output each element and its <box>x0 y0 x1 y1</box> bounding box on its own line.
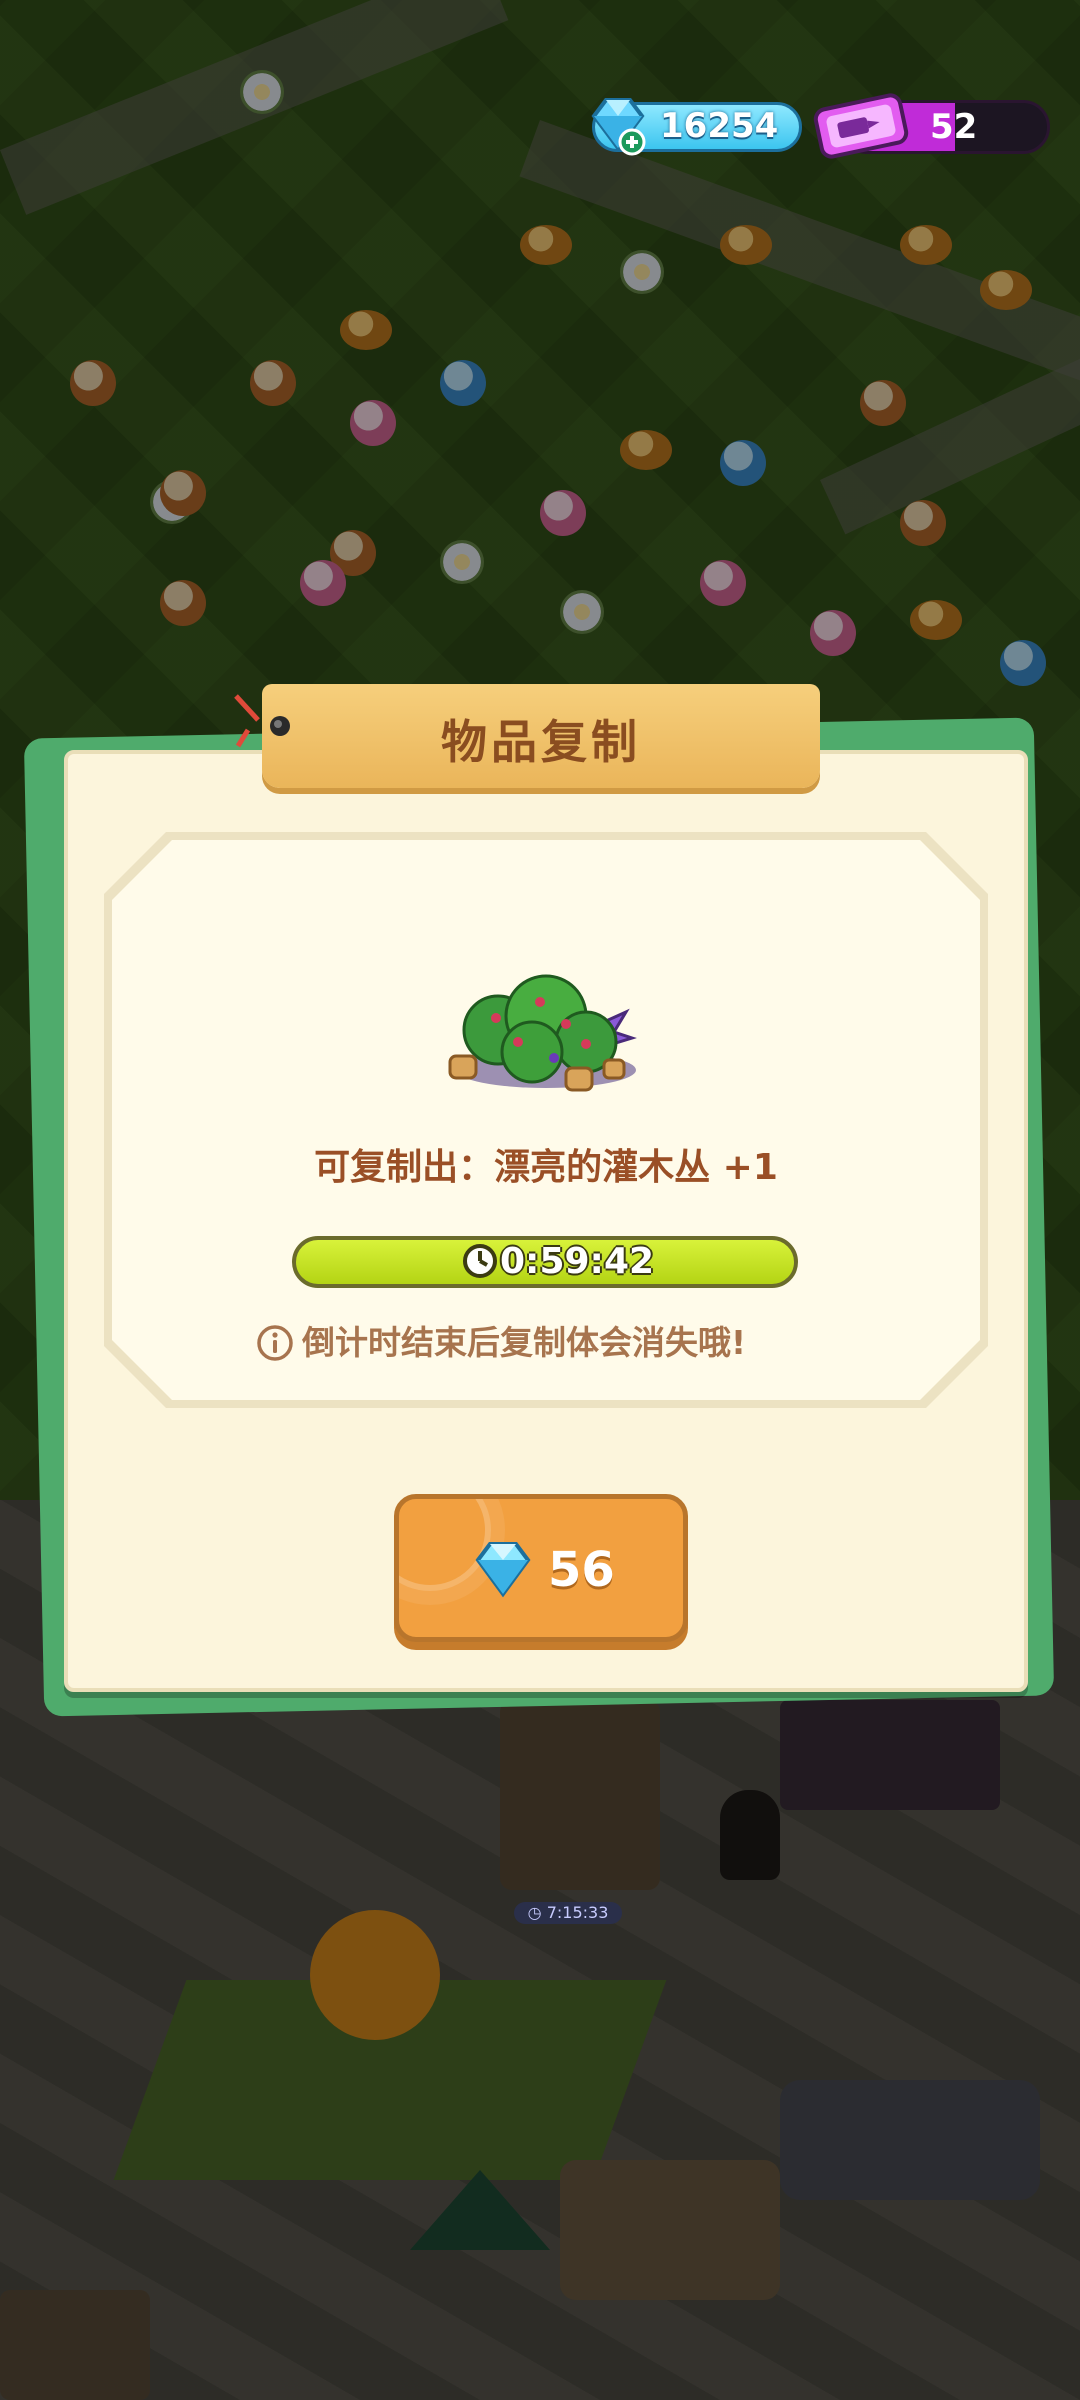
ticket-count: 52 <box>930 107 978 147</box>
ticket-icon <box>813 93 909 159</box>
purchase-price: 56 <box>548 1542 615 1598</box>
gem-count: 16254 <box>660 106 779 146</box>
copy-purchase-button[interactable] <box>394 1494 688 1642</box>
info-icon <box>257 1325 293 1361</box>
copy-result-text: 可复制出：漂亮的灌木丛 +1 <box>314 1147 778 1188</box>
countdown-text: 0:59:42 <box>500 1241 655 1282</box>
expiry-warning-text: 倒计时结束后复制体会消失哦! <box>302 1323 747 1362</box>
gem-icon <box>475 1542 531 1598</box>
game-scene: ◷ 7:15:33 16254 52 物品复制 可复制出：漂亮的灌木丛 +1 0… <box>0 0 1080 2400</box>
item-card <box>112 840 980 1400</box>
gem-plus-icon[interactable] <box>582 90 652 160</box>
building-timer-text: 7:15:33 <box>546 1903 609 1922</box>
dialog-title: 物品复制 <box>441 715 641 769</box>
pin-icon <box>234 694 290 748</box>
clock-icon: ◷ <box>527 1903 542 1922</box>
building-timer-label: ◷ 7:15:33 <box>514 1902 622 1924</box>
bush-item-icon <box>448 974 637 1092</box>
clock-icon <box>463 1244 497 1278</box>
